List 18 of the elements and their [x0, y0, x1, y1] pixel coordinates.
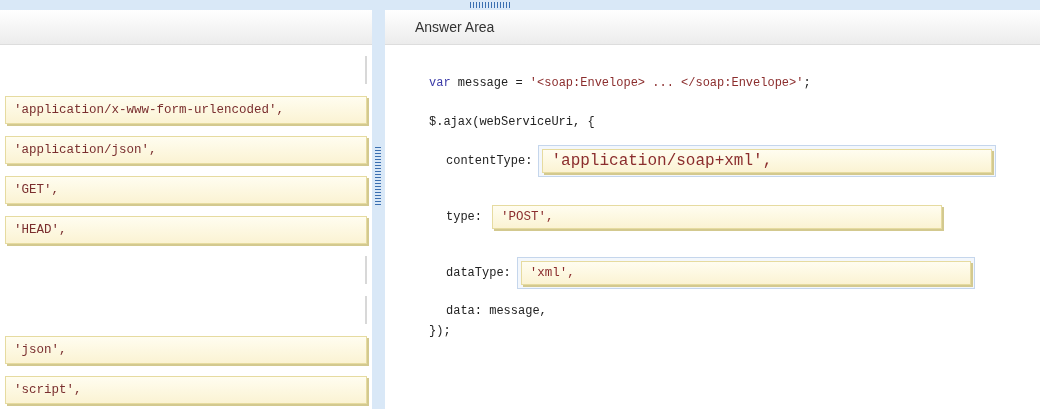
panel-title: Answer Area [415, 17, 495, 37]
drag-option[interactable]: 'script', [5, 376, 367, 404]
resize-handle[interactable] [470, 2, 510, 8]
drop-target[interactable]: 'application/soap+xml', [538, 145, 997, 177]
drag-option[interactable]: 'application/x-www-form-urlencoded', [5, 96, 367, 124]
code-label: dataType: [446, 265, 511, 282]
code-line: $.ajax(webServiceUri, { [429, 114, 595, 131]
code-line: }); [429, 323, 451, 340]
code-label: type: [446, 209, 482, 226]
code-line: data: message, [445, 303, 547, 320]
drag-option[interactable]: 'HEAD', [5, 216, 367, 244]
splitter-handle[interactable] [375, 144, 381, 205]
drag-option[interactable]: 'json', [5, 336, 367, 364]
code-label: contentType: [446, 153, 533, 170]
drop-target[interactable]: 'xml', [516, 257, 975, 289]
drag-option[interactable]: 'GET', [5, 176, 367, 204]
drag-option[interactable]: 'application/json', [5, 136, 367, 164]
code-line: var message = '<soap:Envelope> ... </soap:Envelope>'; [429, 75, 811, 92]
